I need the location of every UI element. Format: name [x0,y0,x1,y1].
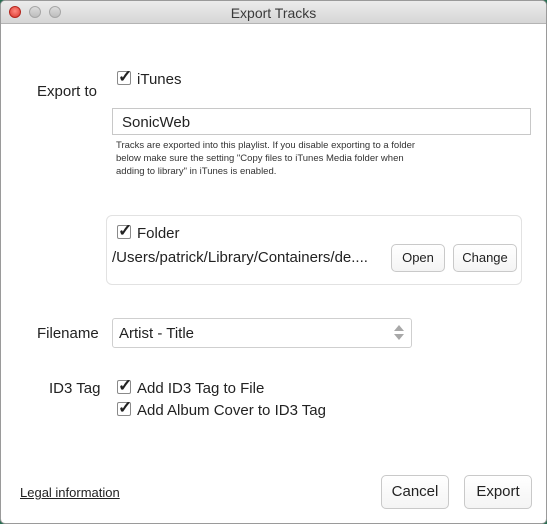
filename-format-select[interactable]: Artist - Title [112,318,412,348]
filename-label: Filename [37,325,99,342]
folder-path: /Users/patrick/Library/Containers/de.... [112,249,368,266]
select-arrows-icon [394,324,404,342]
filename-format-value: Artist - Title [119,325,195,342]
export-button[interactable]: Export [464,475,532,509]
itunes-checkbox[interactable] [117,67,132,87]
playlist-name-input[interactable]: SonicWeb [112,108,531,135]
itunes-checkbox-label[interactable]: iTunes [137,71,181,88]
id3-tag-label: ID3 Tag [49,380,101,397]
legal-information-link[interactable]: Legal information [20,485,120,500]
folder-checkbox[interactable] [117,221,132,241]
add-album-cover-checkbox[interactable] [117,398,132,418]
add-album-cover-label[interactable]: Add Album Cover to ID3 Tag [137,402,326,419]
folder-checkbox-label[interactable]: Folder [137,225,180,242]
window-title: Export Tracks [230,5,317,21]
add-id3-tag-checkbox[interactable] [117,376,132,396]
itunes-export-hint: Tracks are exported into this playlist. … [116,140,416,177]
change-folder-button[interactable]: Change [453,244,517,272]
cancel-button[interactable]: Cancel [381,475,449,509]
add-id3-tag-label[interactable]: Add ID3 Tag to File [137,380,264,397]
export-to-label: Export to [37,83,98,100]
title-bar: Export Tracks [1,1,546,24]
export-tracks-window: Export Tracks Export to iTunes SonicWeb … [0,0,547,524]
open-folder-button[interactable]: Open [391,244,445,272]
